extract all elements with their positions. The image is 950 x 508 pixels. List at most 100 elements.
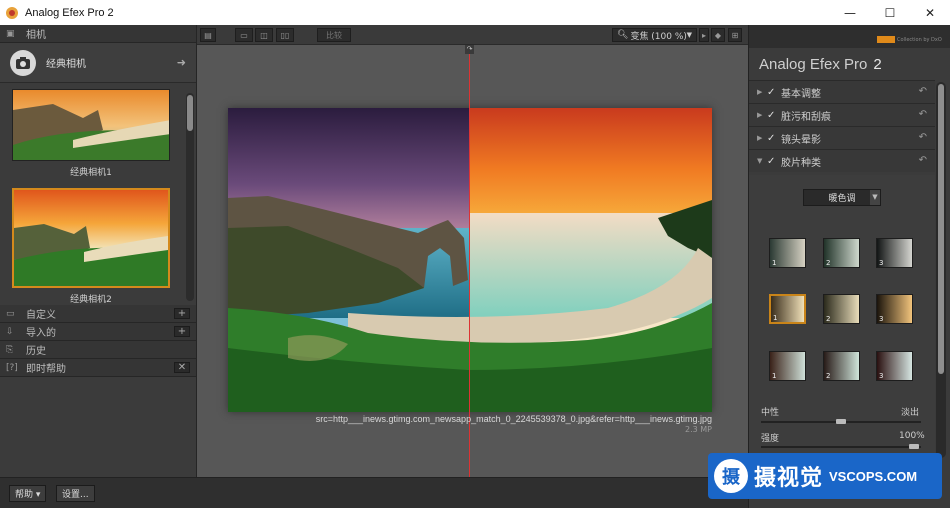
- film-type-dropdown[interactable]: 暖色调 ▼: [803, 189, 881, 206]
- title-bar: Analog Efex Pro 2 — ☐ ✕: [0, 0, 950, 25]
- scrollbar-thumb[interactable]: [938, 84, 944, 374]
- film-swatch[interactable]: 3: [876, 351, 913, 381]
- camera-section-label: 相机: [26, 30, 46, 41]
- single-view-icon[interactable]: ▭: [235, 28, 253, 42]
- reset-icon[interactable]: ↶: [919, 109, 927, 120]
- collapse-triangle-icon[interactable]: ▼: [757, 157, 767, 165]
- strength-slider-track[interactable]: [761, 446, 921, 448]
- compare-button[interactable]: 比较: [317, 28, 351, 42]
- presets-panel: ▣ 相机 经典相机 ➜ 经典相机1 经典相机2 ▭ 自定义 + ⇩ 导入的 + …: [0, 25, 197, 477]
- preview-image[interactable]: [228, 108, 712, 412]
- checkbox-icon[interactable]: ✓: [767, 133, 781, 144]
- swatch-number: 2: [826, 259, 831, 267]
- strength-label: 强度: [761, 434, 780, 444]
- film-swatch[interactable]: 1: [769, 238, 806, 268]
- adjustments-panel: Collection by DxO Analog Efex Pro 2 ▶ ✓ …: [748, 25, 950, 508]
- custom-icon: ▭: [6, 308, 15, 319]
- filter-basic-adjustments[interactable]: ▶ ✓ 基本调整 ↶: [749, 80, 935, 103]
- swatch-number: 1: [772, 259, 777, 267]
- preset-image: [12, 188, 170, 288]
- preset-thumbnail[interactable]: 经典相机1: [12, 89, 170, 178]
- imported-section-header[interactable]: ⇩ 导入的 +: [0, 323, 196, 341]
- image-filename: src=http___inews.gtimg.com_newsapp_match…: [315, 414, 712, 424]
- close-button[interactable]: ✕: [910, 0, 950, 25]
- film-swatch[interactable]: 2: [823, 294, 860, 324]
- section-label: 历史: [26, 346, 46, 357]
- film-swatch[interactable]: 3: [876, 294, 913, 324]
- filter-label: 胶片种类: [781, 157, 821, 169]
- panels-icon[interactable]: ⊞: [728, 28, 742, 42]
- arrow-right-icon[interactable]: ➜: [177, 56, 186, 69]
- section-label: 导入的: [26, 328, 56, 339]
- settings-button[interactable]: 设置...: [56, 485, 95, 502]
- loupe-icon[interactable]: ◆: [711, 28, 725, 42]
- filter-lens-vignette[interactable]: ▶ ✓ 镜头晕影 ↶: [749, 126, 935, 149]
- help-menu-button[interactable]: 帮助 ▾: [9, 485, 47, 502]
- help-icon: [?]: [6, 362, 18, 373]
- scrollbar-thumb[interactable]: [187, 95, 193, 131]
- checkbox-icon[interactable]: ✓: [767, 156, 781, 167]
- film-swatch[interactable]: 1: [769, 351, 806, 381]
- checkbox-icon[interactable]: ✓: [767, 110, 781, 121]
- custom-section-header[interactable]: ▭ 自定义 +: [0, 305, 196, 323]
- preset-group-header[interactable]: 经典相机 ➜: [0, 43, 196, 83]
- add-custom-button[interactable]: +: [174, 308, 190, 319]
- preset-thumbnails: 经典相机1 经典相机2: [0, 89, 182, 303]
- add-imported-button[interactable]: +: [174, 326, 190, 337]
- app-name-heading: Analog Efex Pro 2: [749, 48, 950, 80]
- watermark-banner: 摄 摄视觉 VSCOPS.COM: [708, 453, 942, 499]
- swatch-number: 3: [879, 259, 884, 267]
- strength-slider-knob[interactable]: [909, 444, 919, 449]
- section-label: 即时帮助: [26, 364, 66, 375]
- preset-thumbnail-selected[interactable]: 经典相机2: [12, 188, 170, 303]
- minimize-button[interactable]: —: [830, 0, 870, 25]
- film-swatch[interactable]: 1: [769, 294, 806, 324]
- expand-triangle-icon[interactable]: ▶: [757, 134, 767, 142]
- image-canvas[interactable]: ↷ src=http___inews.gtimg.com_newsapp_mat…: [197, 45, 748, 477]
- film-swatch[interactable]: 2: [823, 238, 860, 268]
- expand-triangle-icon[interactable]: ▶: [757, 88, 767, 96]
- preset-group-label: 经典相机: [46, 59, 86, 70]
- view-toolbar: ▤ ▭ ◫ ▯▯ 比较 🔍︎ 变焦 (100 %) ▼ ▸ ◆ ⊞: [197, 25, 748, 45]
- watermark-text-cn: 摄视觉: [754, 466, 824, 491]
- arrow-right-icon[interactable]: ▸: [699, 28, 709, 42]
- history-section-header[interactable]: ⎘ 历史: [0, 341, 196, 359]
- nik-logo-icon: [877, 36, 895, 43]
- filter-label: 基本调整: [781, 88, 821, 100]
- split-handle-icon[interactable]: ↷: [465, 45, 474, 54]
- fade-slider-knob[interactable]: [836, 419, 846, 424]
- brand-subtitle: Collection by DxO: [897, 37, 942, 43]
- quick-help-section-header[interactable]: [?] 即时帮助 ✕: [0, 359, 196, 377]
- checkbox-icon[interactable]: ✓: [767, 87, 781, 98]
- film-swatch[interactable]: 3: [876, 238, 913, 268]
- split-view-icon[interactable]: ◫: [255, 28, 273, 42]
- maximize-button[interactable]: ☐: [870, 0, 910, 25]
- side-by-side-icon[interactable]: ▯▯: [276, 28, 294, 42]
- close-help-button[interactable]: ✕: [174, 362, 190, 373]
- app-name: Analog Efex Pro: [759, 55, 868, 73]
- zoom-icon: 🔍︎: [617, 30, 629, 40]
- reset-icon[interactable]: ↶: [919, 155, 927, 166]
- filter-dirt-scratches[interactable]: ▶ ✓ 脏污和刮痕 ↶: [749, 103, 935, 126]
- filter-film-type[interactable]: ▼ ✓ 胶片种类 ↶: [749, 149, 935, 172]
- film-swatch[interactable]: 2: [823, 351, 860, 381]
- filter-label: 镜头晕影: [781, 134, 821, 146]
- expand-triangle-icon[interactable]: ▶: [757, 111, 767, 119]
- swatch-number: 2: [826, 372, 831, 380]
- split-divider[interactable]: [469, 45, 470, 477]
- zoom-label: 变焦 (100 %): [630, 31, 687, 42]
- history-icon: ⎘: [6, 344, 14, 355]
- left-sections: ▭ 自定义 + ⇩ 导入的 + ⎘ 历史 [?] 即时帮助 ✕: [0, 305, 196, 377]
- swatch-number: 1: [773, 314, 778, 322]
- navigator-icon[interactable]: ▤: [200, 28, 216, 42]
- reset-icon[interactable]: ↶: [919, 132, 927, 143]
- adjustments-scrollbar[interactable]: [936, 82, 946, 458]
- app-version: 2: [873, 55, 882, 73]
- import-icon: ⇩: [6, 326, 14, 337]
- reset-icon[interactable]: ↶: [919, 86, 927, 97]
- camera-section-header[interactable]: ▣ 相机: [0, 25, 196, 43]
- image-megapixels: 2.3 MP: [685, 425, 712, 434]
- camera-icon: ▣: [6, 28, 15, 39]
- zoom-selector[interactable]: 🔍︎ 变焦 (100 %) ▼: [612, 28, 697, 42]
- presets-scrollbar[interactable]: [186, 93, 194, 301]
